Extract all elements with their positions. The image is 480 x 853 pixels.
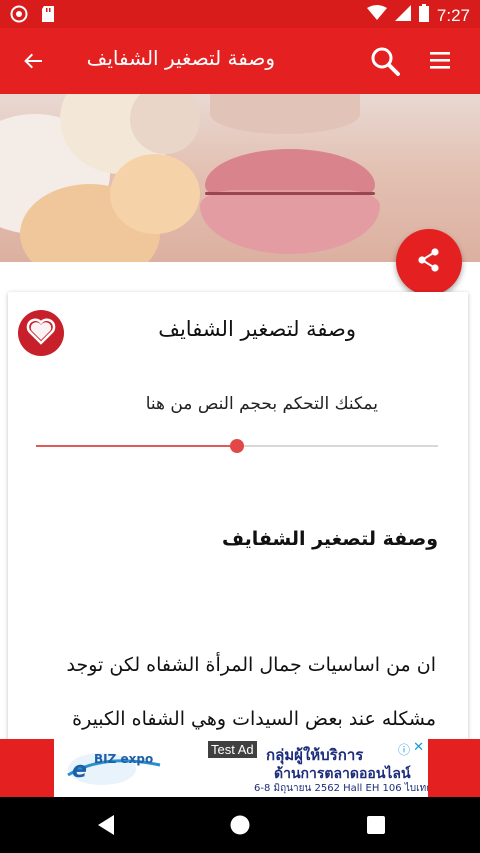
ad-test-tag: Test Ad bbox=[208, 741, 257, 758]
article-card: وصفة لتصغير الشفايف يمكنك التحكم بحجم ال… bbox=[8, 292, 468, 744]
sd-card-icon bbox=[40, 5, 56, 27]
search-icon[interactable] bbox=[368, 44, 402, 78]
slider-thumb[interactable] bbox=[230, 439, 244, 453]
menu-icon[interactable] bbox=[426, 46, 456, 76]
share-icon bbox=[416, 247, 442, 277]
arrow-back-icon[interactable] bbox=[18, 46, 48, 76]
wifi-icon bbox=[366, 5, 387, 26]
content-heading: وصفة لتصغير الشفايف bbox=[221, 528, 438, 550]
battery-icon bbox=[418, 4, 429, 27]
ad-date: 6-8 มิถุนายน 2562 Hall EH 106 ไบเทค bbox=[254, 783, 428, 794]
info-icon[interactable]: ⓘ bbox=[398, 741, 410, 758]
sync-icon bbox=[10, 5, 28, 27]
ad-logo: e BIZ expo bbox=[64, 745, 164, 789]
heart-icon bbox=[26, 317, 56, 349]
share-button[interactable] bbox=[396, 229, 462, 295]
status-bar: 7:27 bbox=[0, 0, 480, 28]
favorite-button[interactable] bbox=[18, 310, 64, 356]
status-time: 7:27 bbox=[436, 5, 470, 25]
content-line: ان من اساسيات جمال المرأة الشفاه لكن توج… bbox=[66, 654, 437, 676]
back-triangle-icon[interactable] bbox=[92, 811, 120, 839]
page-title: وصفة لتصغير الشفايف bbox=[86, 46, 275, 70]
font-size-label: يمكنك التحكم بحجم النص من هنا bbox=[145, 394, 378, 414]
close-icon[interactable]: ✕ bbox=[413, 740, 424, 755]
signal-icon bbox=[394, 5, 411, 26]
app-bar: وصفة لتصغير الشفايف bbox=[0, 28, 480, 94]
lips-lower bbox=[200, 190, 380, 254]
home-circle-icon[interactable] bbox=[226, 811, 254, 839]
navigation-bar bbox=[0, 797, 480, 853]
ad-banner: e BIZ expo Test Ad กลุ่มผู้ให้บริการ ด้า… bbox=[0, 739, 480, 797]
content-line: مشكله عند بعض السيدات وهي الشفاه الكبيرة bbox=[72, 708, 436, 730]
svg-text:BIZ expo: BIZ expo bbox=[94, 752, 153, 766]
recents-square-icon[interactable] bbox=[362, 811, 390, 839]
font-size-slider[interactable] bbox=[36, 438, 438, 454]
card-title: وصفة لتصغير الشفايف bbox=[158, 317, 356, 341]
svg-text:e: e bbox=[72, 758, 87, 783]
ad-content[interactable]: e BIZ expo Test Ad กลุ่มผู้ให้บริการ ด้า… bbox=[54, 739, 428, 797]
